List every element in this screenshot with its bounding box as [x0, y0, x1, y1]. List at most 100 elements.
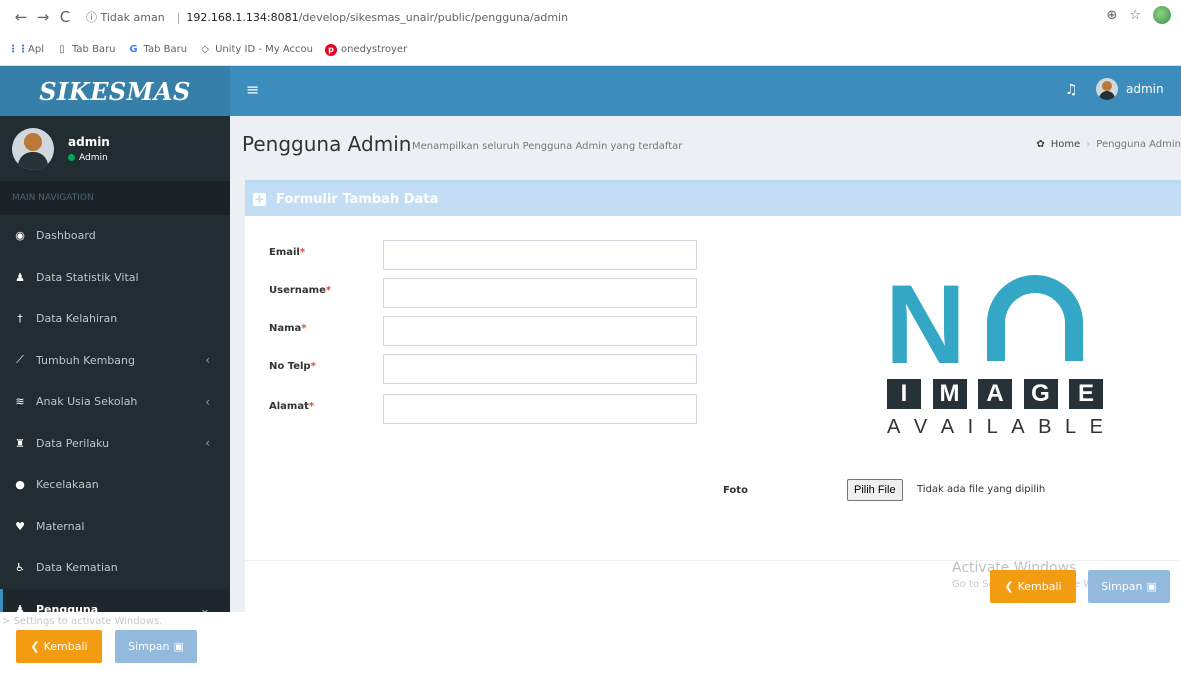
no-telp-row: No Telp*	[269, 354, 699, 384]
no-image-bottom-letter: A	[1011, 416, 1025, 438]
bookmark-label: onedystroyer	[340, 44, 408, 55]
nama-row: Nama*	[269, 316, 699, 346]
nama-label: Nama*	[269, 323, 307, 334]
alamat-label-text: Alamat	[269, 401, 309, 412]
no-image-bottom-letter: A	[887, 416, 901, 438]
nama-label-text: Nama	[269, 323, 302, 334]
no-image-bottom-word: AVAILABLE	[887, 416, 1103, 439]
user-menu[interactable]: admin	[1096, 78, 1164, 100]
sidebar-item-data-kematian[interactable]: ♿ Data Kematian	[0, 547, 230, 589]
no-image-middle-letter: A	[978, 379, 1012, 409]
no-image-letter-n: N	[885, 262, 966, 387]
breadcrumb-home[interactable]: Home	[1051, 139, 1081, 150]
user-panel: admin Admin	[0, 116, 230, 181]
choose-file-button[interactable]: Pilih File	[847, 479, 903, 501]
star-icon[interactable]: ☆	[1129, 8, 1141, 23]
bookmark-label: Unity ID - My Accou	[215, 44, 313, 55]
user-role: Admin	[79, 152, 108, 163]
required-mark: *	[299, 247, 306, 258]
no-image-bottom-letter: I	[967, 416, 974, 438]
insecure-label[interactable]: ⓘ Tidak aman	[86, 9, 165, 25]
omnibox-separator: |	[176, 10, 181, 24]
sidebar-item-maternal[interactable]: ♥ Maternal	[0, 506, 230, 548]
save-button-label: Simpan	[128, 640, 170, 653]
breadcrumb-separator: ›	[1086, 139, 1091, 150]
username-row: Username*	[269, 278, 699, 308]
pinterest-icon: p	[324, 43, 337, 56]
app-logo[interactable]: SIKESMAS	[0, 66, 230, 116]
nama-input[interactable]	[383, 316, 697, 346]
sidebar-item-anak-usia-sekolah[interactable]: ≋ Anak Usia Sekolah ‹	[0, 381, 230, 423]
no-telp-label: No Telp*	[269, 361, 316, 372]
sidebar-item-pengguna[interactable]: ♟ Pengguna ⌄	[0, 588, 230, 612]
users-icon: ♟	[15, 602, 25, 612]
bookmark-google-tab-baru[interactable]: G Tab Baru	[128, 44, 187, 56]
unity-icon: ◇	[201, 44, 209, 55]
page-subtitle: Menampilkan seluruh Pengguna Admin yang …	[412, 141, 683, 152]
back-button[interactable]: ❮ Kembali	[990, 570, 1076, 603]
sidebar-item-kecelakaan[interactable]: ● Kecelakaan	[0, 464, 230, 506]
no-image-middle-letter: M	[932, 379, 967, 409]
save-button-duplicate[interactable]: Simpan ▣	[115, 630, 197, 663]
sidebar-item-data-kelahiran[interactable]: † Data Kelahiran	[0, 298, 230, 340]
no-image-bottom-letter: L	[986, 416, 998, 438]
email-label: Email*	[269, 247, 305, 258]
extension-globe-icon[interactable]	[1153, 6, 1171, 24]
page-icon: ▯	[59, 44, 65, 55]
bookmarks-bar: ⋮⋮ Apl ▯ Tab Baru G Tab Baru ◇ Unity ID …	[0, 34, 1181, 66]
no-image-bottom-letter: E	[1089, 416, 1103, 438]
sidebar-item-tumbuh-kembang[interactable]: ⟋ Tumbuh Kembang ‹	[0, 340, 230, 382]
sidebar-toggle-icon[interactable]: ≡	[246, 81, 259, 99]
form-box: + Formulir Tambah Data Email* Username* Na…	[245, 180, 1181, 612]
reload-icon[interactable]: C	[54, 8, 76, 26]
email-input[interactable]	[383, 240, 697, 270]
notification-bell-icon[interactable]: ♫	[1065, 82, 1078, 98]
required-mark: *	[308, 401, 315, 412]
online-dot-icon	[68, 154, 75, 161]
alamat-input[interactable]	[383, 394, 697, 424]
sidebar-item-label: Data Perilaku	[36, 436, 110, 450]
forward-icon[interactable]: →	[32, 8, 54, 26]
bookmark-unity[interactable]: ◇ Unity ID - My Accou	[199, 44, 313, 56]
dashboard-icon: ◉	[15, 229, 25, 243]
back-icon[interactable]: ←	[10, 8, 32, 26]
username-input[interactable]	[383, 278, 697, 308]
bookmark-apps[interactable]: ⋮⋮ Apl	[8, 44, 44, 56]
no-telp-input[interactable]	[383, 354, 697, 384]
no-image-middle-letter: E	[1069, 379, 1103, 409]
sidebar-item-data-statistik-vital[interactable]: ♟ Data Statistik Vital	[0, 257, 230, 299]
zoom-icon[interactable]: ⊕	[1106, 8, 1117, 23]
sidebar-item-label: Maternal	[36, 519, 85, 533]
baby-icon: †	[17, 312, 23, 326]
breadcrumb: ✿ Home › Pengguna Admin	[1036, 139, 1181, 150]
sidebar-item-dashboard[interactable]: ◉ Dashboard	[0, 215, 230, 257]
form-title: Formulir Tambah Data	[276, 192, 439, 207]
binoculars-icon: ♜	[15, 436, 25, 450]
sidebar-item-data-perilaku[interactable]: ♜ Data Perilaku ‹	[0, 423, 230, 465]
chevron-icon: ‹	[205, 394, 210, 409]
sidebar: admin Admin MAIN NAVIGATION ◉ Dashboard ♟ D…	[0, 116, 230, 612]
email-row: Email*	[269, 240, 699, 270]
required-mark: *	[301, 323, 307, 334]
no-image-bottom-letter: L	[1065, 416, 1077, 438]
save-button[interactable]: Simpan ▣	[1088, 570, 1170, 603]
chart-icon: ⟋	[16, 353, 24, 367]
chevron-left-icon: ❮	[30, 640, 40, 653]
bookmark-label: Apl	[28, 44, 44, 55]
address-bar[interactable]: ⓘ Tidak aman | 192.168.1.134:8081 /devel…	[86, 4, 1156, 30]
foto-label: Foto	[723, 485, 748, 496]
no-image-middle-letter: I	[887, 379, 921, 409]
nav-header: MAIN NAVIGATION	[0, 181, 230, 215]
apps-icon: ⋮⋮	[8, 44, 28, 55]
chevron-icon: ⌄	[199, 602, 210, 612]
main-content: Pengguna Admin Menampilkan seluruh Pengg…	[230, 116, 1181, 612]
wheelchair-icon: ♿	[15, 561, 25, 575]
sidebar-item-label: Dashboard	[36, 229, 96, 243]
bookmark-pinterest[interactable]: p onedystroyer	[324, 43, 408, 56]
plus-square-icon: +	[253, 192, 266, 206]
home-icon: ✿	[1036, 139, 1045, 150]
back-button-duplicate[interactable]: ❮ Kembali	[16, 630, 102, 663]
no-image-bottom-letter: B	[1038, 416, 1052, 438]
save-button-label: Simpan	[1101, 580, 1143, 593]
bookmark-tab-baru[interactable]: ▯ Tab Baru	[56, 44, 115, 56]
